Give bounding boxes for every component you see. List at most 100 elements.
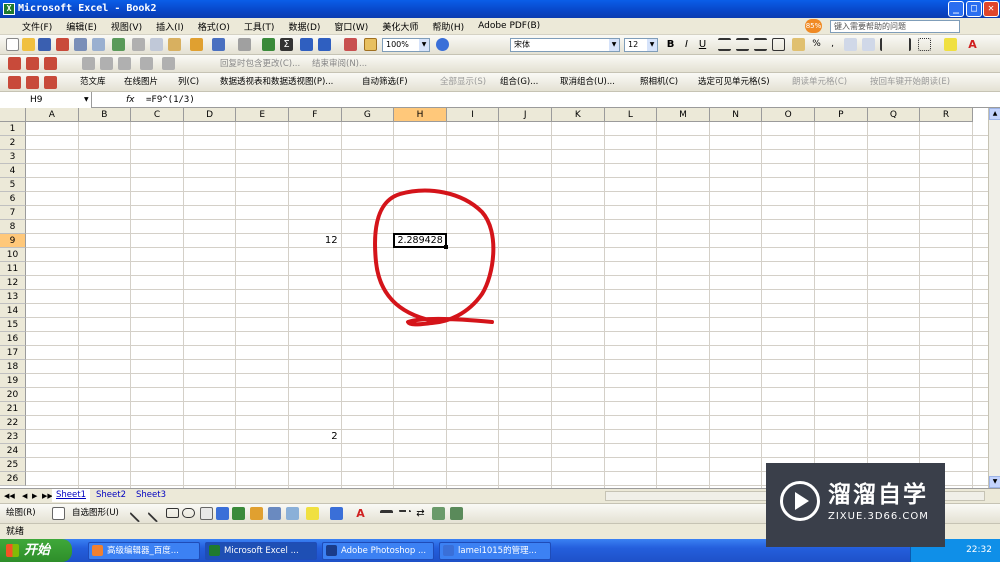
align-left-icon[interactable] (718, 38, 731, 51)
undo-icon[interactable] (212, 38, 225, 51)
arrow-icon[interactable] (147, 504, 166, 523)
format-painter-icon[interactable] (190, 38, 203, 51)
column-header[interactable]: K (552, 108, 605, 122)
row-header[interactable]: 25 (0, 458, 26, 472)
name-box[interactable]: H9 (0, 92, 92, 108)
row-header[interactable]: 11 (0, 262, 26, 276)
sheet-tab-1[interactable]: Sheet1 (52, 489, 90, 502)
print-icon[interactable] (74, 38, 87, 51)
row-header[interactable]: 10 (0, 248, 26, 262)
shadow-icon[interactable] (432, 507, 445, 520)
formula-input[interactable]: =F9^(1/3) (146, 92, 195, 108)
column-button[interactable]: 列(C) (178, 73, 199, 91)
column-header[interactable]: A (26, 108, 79, 122)
pdf-review-icon[interactable] (44, 57, 57, 70)
taskbar-item-browser[interactable]: 高级编辑器_百度... (88, 542, 200, 560)
oval-icon[interactable] (182, 508, 195, 518)
redo-icon[interactable] (238, 38, 251, 51)
worksheet-grid[interactable]: A B C D E F G H I J K L M N O P Q R 1 2 3 4 5 6 7 8 9 10 11 12 13 14 15 1… (0, 108, 988, 488)
menu-item[interactable]: 窗口(W) (334, 20, 368, 33)
row-header[interactable]: 14 (0, 304, 26, 318)
fill-color-icon[interactable] (944, 38, 957, 51)
row-header[interactable]: 15 (0, 318, 26, 332)
column-header[interactable]: J (499, 108, 552, 122)
taskbar-item-photoshop[interactable]: Adobe Photoshop ... (322, 542, 434, 560)
row-header[interactable]: 12 (0, 276, 26, 290)
row-header[interactable]: 22 (0, 416, 26, 430)
online-image-button[interactable]: 在线图片 (124, 73, 158, 91)
draw-menu-button[interactable]: 绘图(R) (6, 504, 36, 522)
font-name-select[interactable]: 宋体 ▼ (510, 38, 620, 52)
close-button[interactable]: ✕ (983, 1, 999, 17)
maximize-button[interactable]: □ (966, 1, 982, 17)
column-header[interactable]: N (709, 108, 763, 122)
percent-icon[interactable]: % (810, 38, 823, 51)
fx-icon[interactable]: fx (126, 92, 135, 108)
increase-indent-icon[interactable] (898, 38, 911, 51)
chart-wizard-icon[interactable] (344, 38, 357, 51)
track-icon[interactable] (118, 57, 131, 70)
column-header[interactable]: P (815, 108, 868, 122)
underline-icon[interactable]: U (696, 38, 709, 51)
row-header[interactable]: 16 (0, 332, 26, 346)
taskbar-item-excel[interactable]: Microsoft Excel ... (205, 542, 317, 560)
row-header[interactable]: 23 (0, 430, 26, 444)
align-right-icon[interactable] (754, 38, 767, 51)
print-preview-icon[interactable] (92, 38, 105, 51)
column-header[interactable]: R (920, 108, 973, 122)
zoom-select[interactable]: 100% ▼ (382, 38, 430, 52)
select-all-corner[interactable] (0, 108, 26, 122)
pdf-convert-icon[interactable] (8, 57, 21, 70)
row-header[interactable]: 13 (0, 290, 26, 304)
select-objects-icon[interactable] (52, 507, 65, 520)
italic-icon[interactable]: I (680, 38, 693, 51)
diagram-icon[interactable] (232, 507, 245, 520)
rectangle-icon[interactable] (166, 508, 179, 518)
reply-with-changes-button[interactable]: 回复时包含更改(C)... (220, 55, 300, 73)
line-style-icon[interactable] (380, 510, 393, 518)
column-header[interactable]: F (289, 108, 342, 122)
sort-descending-icon[interactable] (318, 38, 331, 51)
clock[interactable]: 22:32 (966, 545, 992, 555)
wordart-icon[interactable] (216, 507, 229, 520)
align-center-icon[interactable] (736, 38, 749, 51)
insert-image-icon[interactable] (286, 507, 299, 520)
new-file-icon[interactable] (6, 38, 19, 51)
review-icon[interactable] (82, 57, 95, 70)
font-size-select[interactable]: 12 ▼ (624, 38, 658, 52)
column-header[interactable]: C (131, 108, 184, 122)
pdf-icon[interactable] (8, 76, 21, 89)
menu-item[interactable]: 帮助(H) (432, 20, 464, 33)
row-header[interactable]: 9 (0, 234, 26, 248)
changes-icon[interactable] (162, 57, 175, 70)
menu-item[interactable]: 插入(I) (156, 20, 184, 33)
column-header[interactable]: M (657, 108, 710, 122)
menu-item[interactable]: 美化大师 (382, 20, 418, 33)
cell-f9[interactable]: 12 (289, 234, 338, 248)
end-review-button[interactable]: 结束审阅(N)... (312, 55, 367, 73)
currency-icon[interactable] (792, 38, 805, 51)
spelling-icon[interactable] (112, 38, 125, 51)
fill-handle[interactable] (443, 245, 448, 249)
vertical-scrollbar[interactable]: ▲ ▼ (988, 108, 1000, 488)
arrow-style-icon[interactable]: ⇄ (414, 507, 427, 520)
pdf-icon[interactable] (26, 76, 39, 89)
row-header[interactable]: 6 (0, 192, 26, 206)
font-color-icon[interactable]: A (354, 507, 367, 520)
row-header[interactable]: 19 (0, 374, 26, 388)
chevron-down-icon[interactable]: ▼ (84, 92, 89, 108)
menu-item[interactable]: 文件(F) (22, 20, 52, 33)
menu-item[interactable]: 编辑(E) (66, 20, 97, 33)
taskbar-item-manager[interactable]: lamei1015的管理... (439, 542, 551, 560)
clipart-icon[interactable] (250, 507, 263, 520)
cut-icon[interactable] (132, 38, 145, 51)
decrease-decimal-icon[interactable] (862, 38, 875, 51)
row-header[interactable]: 4 (0, 164, 26, 178)
column-header[interactable]: B (78, 108, 132, 122)
autofilter-button[interactable]: 自动筛选(F) (362, 73, 408, 91)
textbox-icon[interactable] (200, 507, 213, 520)
autosum-icon[interactable]: Σ (280, 38, 293, 51)
camera-button[interactable]: 照相机(C) (640, 73, 678, 91)
ungroup-button[interactable]: 取消组合(U)... (560, 73, 615, 91)
help-icon[interactable] (436, 38, 449, 51)
